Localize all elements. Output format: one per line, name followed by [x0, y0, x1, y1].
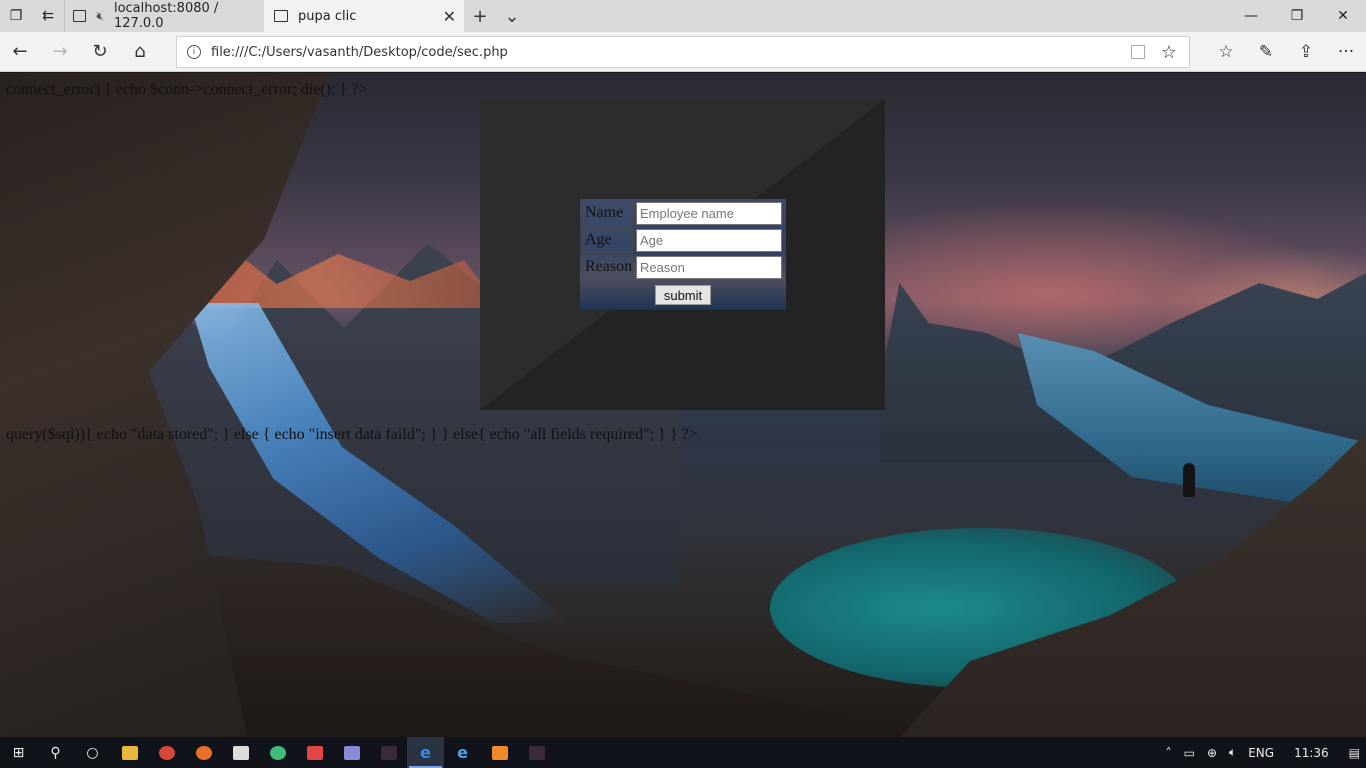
forward-button[interactable]: →: [40, 32, 80, 72]
title-bar: ❐ ⇇ 🔇︎ localhost:8080 / 127.0.0 pupa cli…: [0, 0, 1366, 32]
clock[interactable]: 11:36: [1280, 746, 1343, 760]
notifications-icon[interactable]: ▤: [1343, 746, 1366, 760]
employee-form: Name Age Reason submit: [580, 199, 786, 310]
address-url[interactable]: file:///C:/Users/vasanth/Desktop/code/se…: [211, 45, 508, 60]
chrome-icon[interactable]: [148, 737, 185, 768]
set-aside-tabs-icon[interactable]: ⇇: [32, 0, 64, 32]
muted-audio-icon[interactable]: 🔇︎: [96, 9, 104, 24]
php-output-line-bottom: query($sql)){ echo "data stored"; } else…: [6, 426, 698, 443]
reason-label: Reason: [582, 255, 633, 280]
store-icon[interactable]: [222, 737, 259, 768]
tab-pupa-clic[interactable]: pupa clic ✕: [264, 0, 464, 32]
restore-button[interactable]: ❐: [1274, 0, 1320, 32]
page-background: connect_error) { echo $conn->connect_err…: [0, 73, 1366, 737]
back-button[interactable]: ←: [0, 32, 40, 72]
battery-icon[interactable]: ▭: [1178, 746, 1201, 760]
internet-explorer-icon[interactable]: e: [444, 737, 481, 768]
favorite-star-icon[interactable]: ☆: [1161, 42, 1177, 63]
form-row-reason: Reason: [580, 254, 786, 281]
more-menu-icon[interactable]: ···: [1326, 32, 1366, 72]
tab-localhost[interactable]: 🔇︎ localhost:8080 / 127.0.0: [64, 0, 264, 32]
age-label: Age: [582, 228, 633, 253]
name-label: Name: [582, 201, 633, 226]
refresh-button[interactable]: ↻: [80, 32, 120, 72]
tab-label: localhost:8080 / 127.0.0: [113, 1, 219, 31]
xampp-icon[interactable]: [481, 737, 518, 768]
form-row-age: Age: [580, 227, 786, 254]
edge-icon[interactable]: e: [407, 737, 444, 768]
minimize-button[interactable]: —: [1228, 0, 1274, 32]
background-person: [1183, 463, 1195, 497]
page-icon: [274, 10, 288, 22]
reason-input[interactable]: [636, 256, 782, 279]
home-button[interactable]: ⌂: [120, 32, 160, 72]
navigation-bar: ← → ↻ ⌂ i file:///C:/Users/vasanth/Deskt…: [0, 32, 1366, 72]
firefox-icon[interactable]: [185, 737, 222, 768]
name-input[interactable]: [636, 202, 782, 225]
cortana-icon[interactable]: ○: [74, 737, 111, 768]
tab-list-chevron-icon[interactable]: ⌄: [496, 0, 528, 32]
windows-start-icon[interactable]: ⊞: [0, 737, 37, 768]
tray-chevron-up-icon[interactable]: ˄: [1160, 746, 1178, 760]
form-row-name: Name: [580, 200, 786, 227]
close-tab-icon[interactable]: ✕: [443, 7, 456, 26]
info-icon[interactable]: i: [187, 45, 201, 59]
dark-app-icon[interactable]: [370, 737, 407, 768]
dark-app-2-icon[interactable]: [518, 737, 555, 768]
tab-label: pupa clic: [298, 8, 357, 24]
close-window-button[interactable]: ✕: [1320, 0, 1366, 32]
page-icon: [73, 10, 87, 22]
php-output-line-top: connect_error) { echo $conn->connect_err…: [6, 81, 368, 98]
green-app-icon[interactable]: [259, 737, 296, 768]
address-bar[interactable]: i file:///C:/Users/vasanth/Desktop/code/…: [176, 36, 1190, 68]
form-panel: Name Age Reason submit: [480, 99, 885, 410]
network-icon[interactable]: ⊕: [1201, 746, 1223, 760]
volume-icon[interactable]: 🔈︎: [1223, 745, 1242, 760]
file-explorer-icon[interactable]: [111, 737, 148, 768]
favorites-hub-icon[interactable]: ☆: [1206, 32, 1246, 72]
taskbar: ⊞ ⚲ ○ e e ˄ ▭ ⊕ 🔈︎ ENG 11:36 ▤: [0, 737, 1366, 768]
share-icon[interactable]: ⇪: [1286, 32, 1326, 72]
language-indicator[interactable]: ENG: [1242, 746, 1280, 760]
red-app-icon[interactable]: [296, 737, 333, 768]
new-tab-button[interactable]: +: [464, 0, 496, 32]
submit-button[interactable]: submit: [655, 285, 711, 305]
tab-actions-icon[interactable]: ❐: [0, 0, 32, 32]
web-note-icon[interactable]: ✎: [1246, 32, 1286, 72]
striped-app-icon[interactable]: [333, 737, 370, 768]
reading-view-icon[interactable]: [1131, 45, 1145, 59]
age-input[interactable]: [636, 229, 782, 252]
search-icon[interactable]: ⚲: [37, 737, 74, 768]
